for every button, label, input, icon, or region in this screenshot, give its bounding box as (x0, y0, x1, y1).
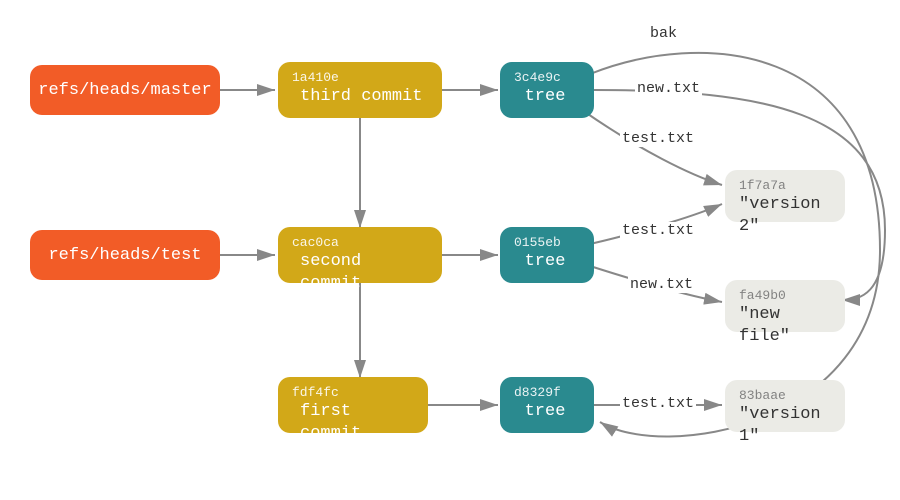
commit-hash: fdf4fc (292, 385, 414, 401)
tree-hash: 3c4e9c (514, 70, 580, 86)
commit-hash: cac0ca (292, 235, 428, 251)
edge-label-test1: test.txt (620, 130, 696, 147)
commit-title: third commit (292, 86, 428, 108)
tree-title: tree (514, 86, 580, 108)
edge-label-test3: test.txt (620, 395, 696, 412)
tree-second: 0155eb tree (500, 227, 594, 283)
blob-hash: 1f7a7a (739, 178, 831, 194)
tree-first: d8329f tree (500, 377, 594, 433)
tree-hash: d8329f (514, 385, 580, 401)
blob-hash: 83baae (739, 388, 831, 404)
ref-label: refs/heads/master (38, 81, 211, 100)
commit-hash: 1a410e (292, 70, 428, 86)
blob-title: "version 2" (739, 194, 831, 238)
commit-second: cac0ca second commit (278, 227, 442, 283)
tree-third: 3c4e9c tree (500, 62, 594, 118)
tree-title: tree (514, 251, 580, 273)
commit-first: fdf4fc first commit (278, 377, 428, 433)
blob-hash: fa49b0 (739, 288, 831, 304)
edge-label-test2: test.txt (620, 222, 696, 239)
tree-hash: 0155eb (514, 235, 580, 251)
blob-version1: 83baae "version 1" (725, 380, 845, 432)
ref-label: refs/heads/test (48, 246, 201, 265)
edge-label-new1: new.txt (635, 80, 702, 97)
ref-master: refs/heads/master (30, 65, 220, 115)
edge-label-bak: bak (648, 25, 679, 42)
commit-title: second commit (292, 251, 428, 295)
blob-newfile: fa49b0 "new file" (725, 280, 845, 332)
commit-title: first commit (292, 401, 414, 445)
ref-test: refs/heads/test (30, 230, 220, 280)
blob-title: "version 1" (739, 404, 831, 448)
tree-title: tree (514, 401, 580, 423)
edge-label-new2: new.txt (628, 276, 695, 293)
blob-title: "new file" (739, 304, 831, 348)
blob-version2: 1f7a7a "version 2" (725, 170, 845, 222)
commit-third: 1a410e third commit (278, 62, 442, 118)
